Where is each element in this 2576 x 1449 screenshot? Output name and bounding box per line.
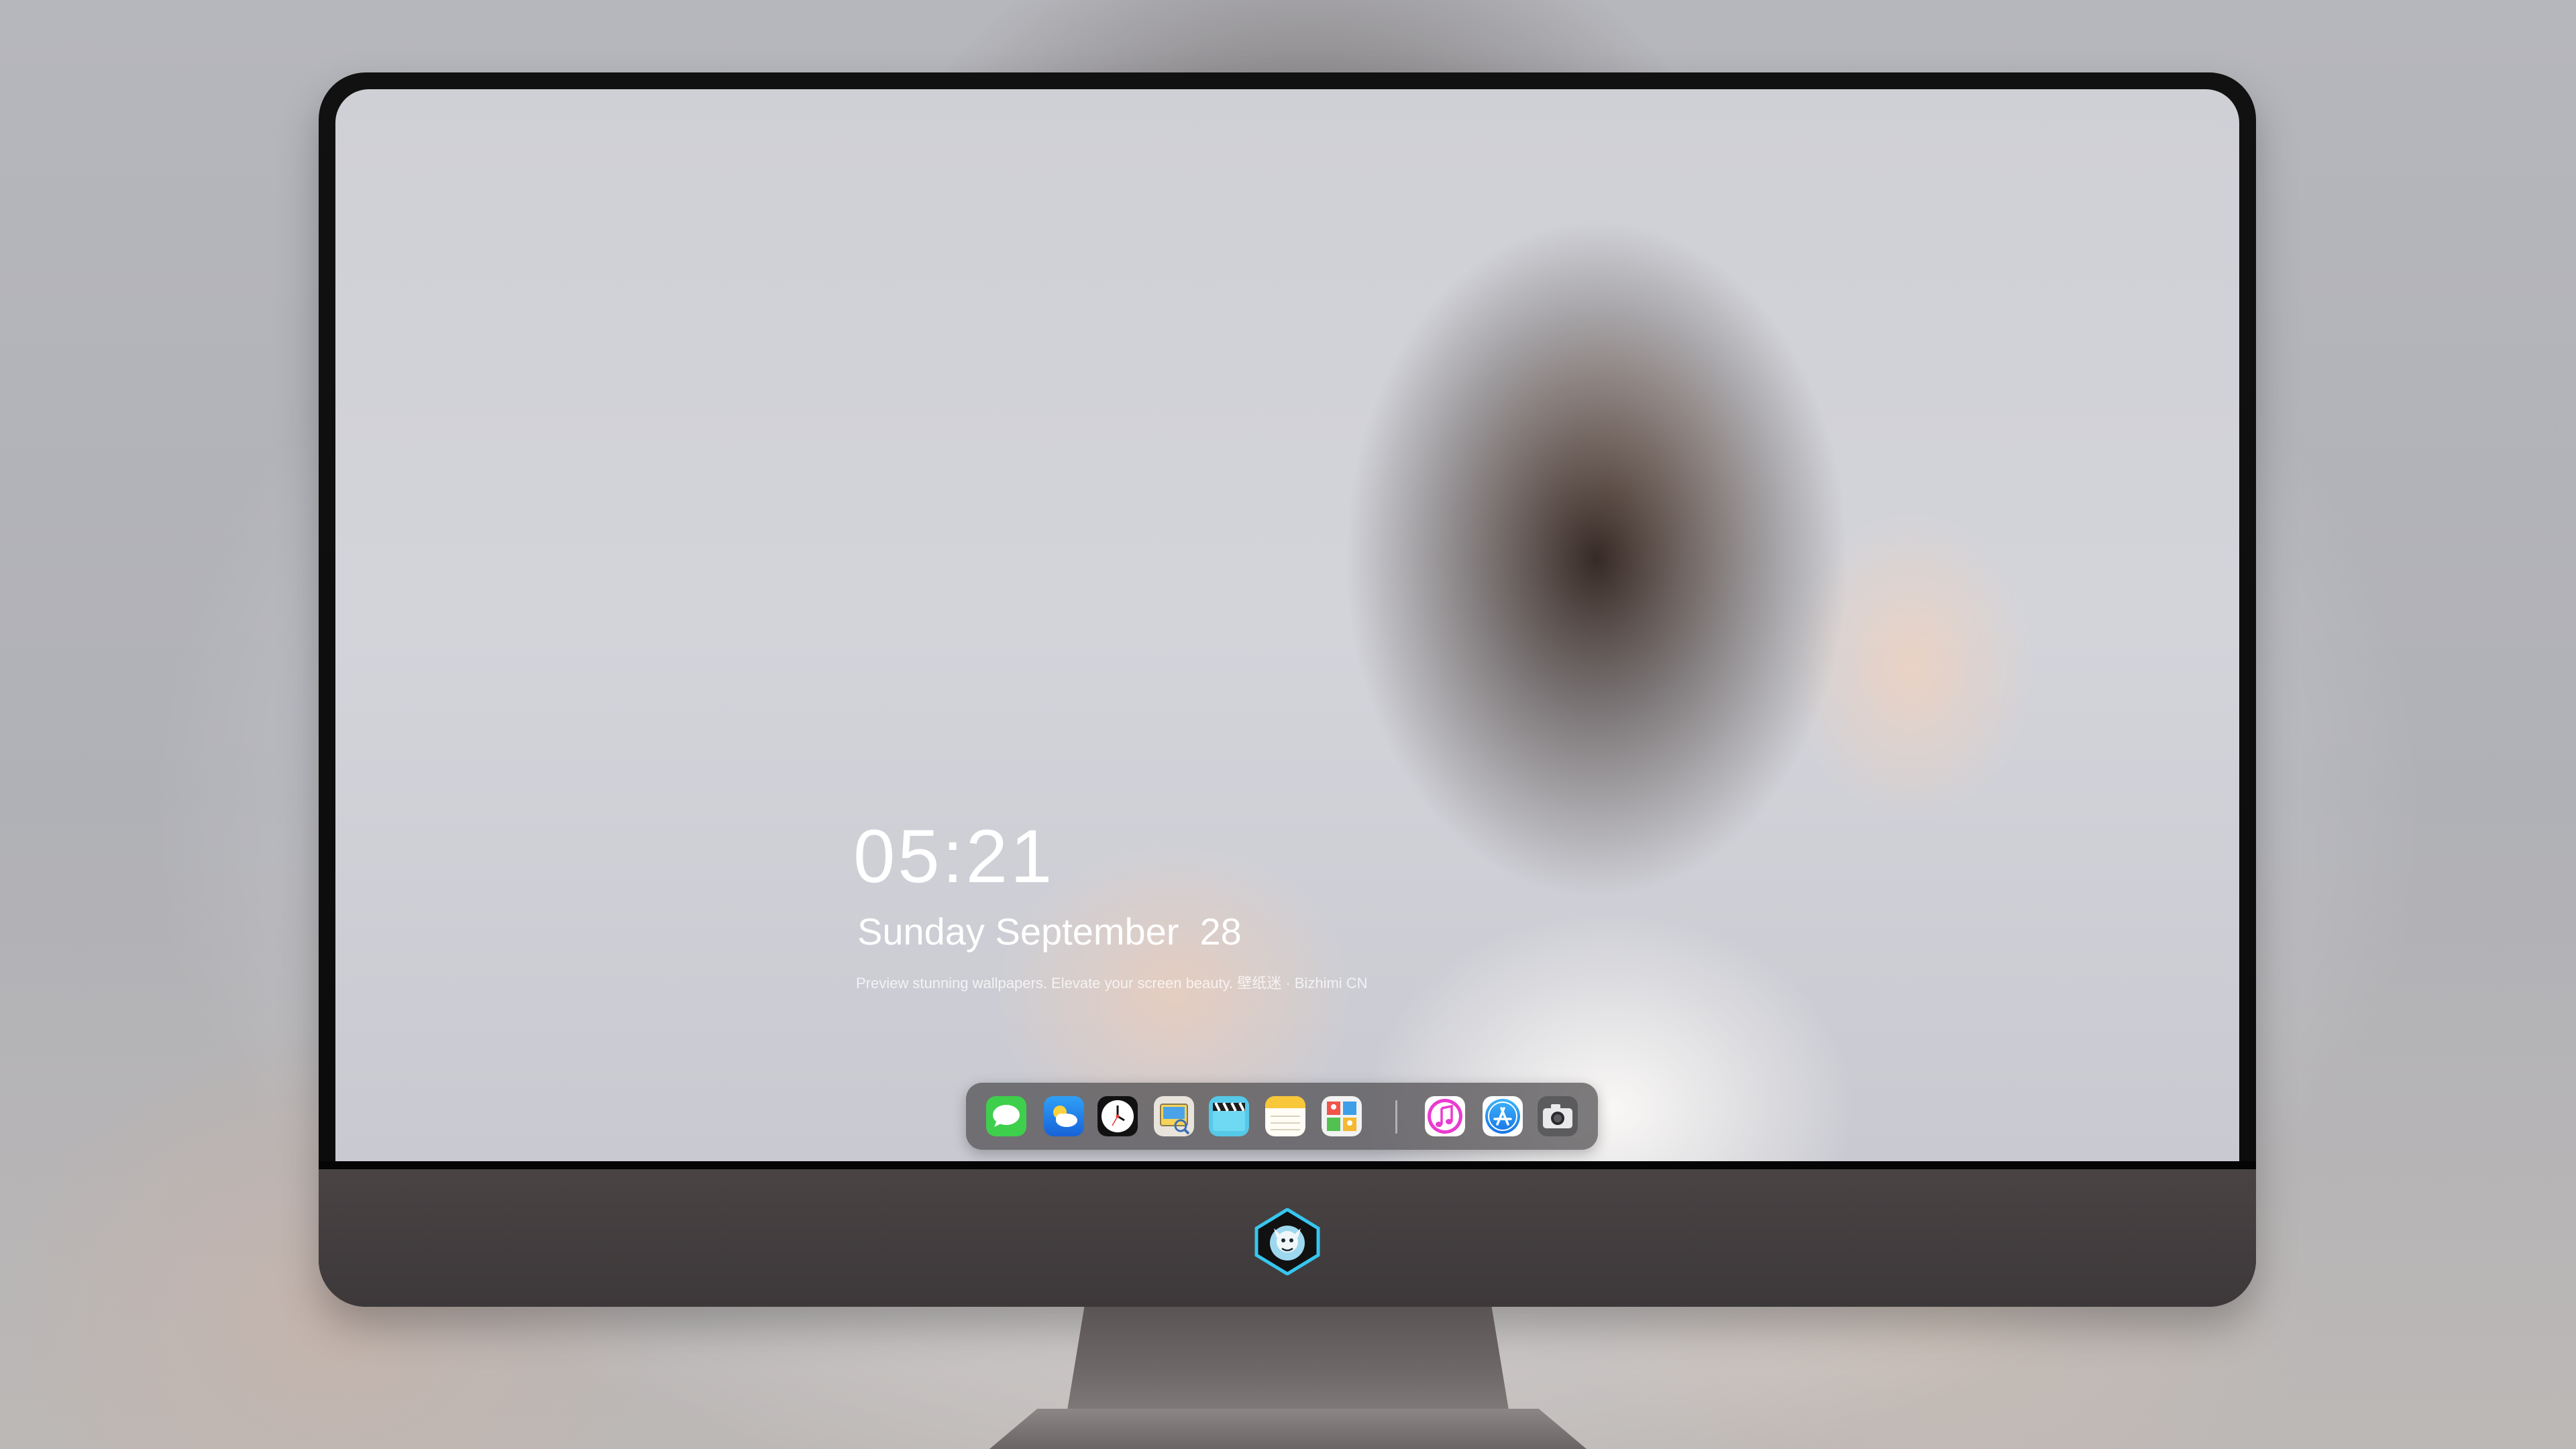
monitor-stand-base xyxy=(989,1409,1587,1449)
background-wallpaper: 05:21 Sunday September 28 Preview stunni… xyxy=(0,0,2576,1449)
wallpaper-caption: Preview stunning wallpapers. Elevate you… xyxy=(856,975,1368,991)
dock-video[interactable] xyxy=(1209,1096,1249,1136)
dock-messages[interactable] xyxy=(986,1096,1026,1136)
screen-wallpaper: 05:21 Sunday September 28 Preview stunni… xyxy=(335,89,2239,1161)
dock-notes[interactable] xyxy=(1265,1096,1305,1136)
chin-divider xyxy=(319,1161,2256,1169)
clapperboard-icon xyxy=(1209,1096,1249,1136)
app-store-icon xyxy=(1483,1096,1523,1136)
dock xyxy=(966,1083,1598,1150)
weather-icon xyxy=(1044,1096,1084,1136)
monitor-stand xyxy=(1067,1307,1509,1414)
dock-app-store[interactable] xyxy=(1483,1096,1523,1136)
clock-icon xyxy=(1097,1096,1138,1136)
photo-booth-icon xyxy=(1322,1096,1362,1136)
dock-weather[interactable] xyxy=(1044,1096,1084,1136)
dock-camera[interactable] xyxy=(1538,1096,1578,1136)
dock-clock[interactable] xyxy=(1097,1096,1138,1136)
dock-photo-booth[interactable] xyxy=(1322,1096,1362,1136)
music-icon xyxy=(1425,1096,1465,1136)
brand-logo-icon xyxy=(1254,1208,1321,1276)
dock-preview[interactable] xyxy=(1154,1096,1194,1136)
notes-icon xyxy=(1265,1096,1305,1136)
lockscreen-time: 05:21 xyxy=(853,814,1055,898)
dock-separator xyxy=(1395,1100,1397,1134)
lockscreen-date: Sunday September 28 xyxy=(857,910,1242,953)
dock-music[interactable] xyxy=(1425,1096,1465,1136)
preview-icon xyxy=(1154,1096,1194,1136)
camera-icon xyxy=(1538,1096,1578,1136)
messages-icon xyxy=(986,1096,1026,1136)
